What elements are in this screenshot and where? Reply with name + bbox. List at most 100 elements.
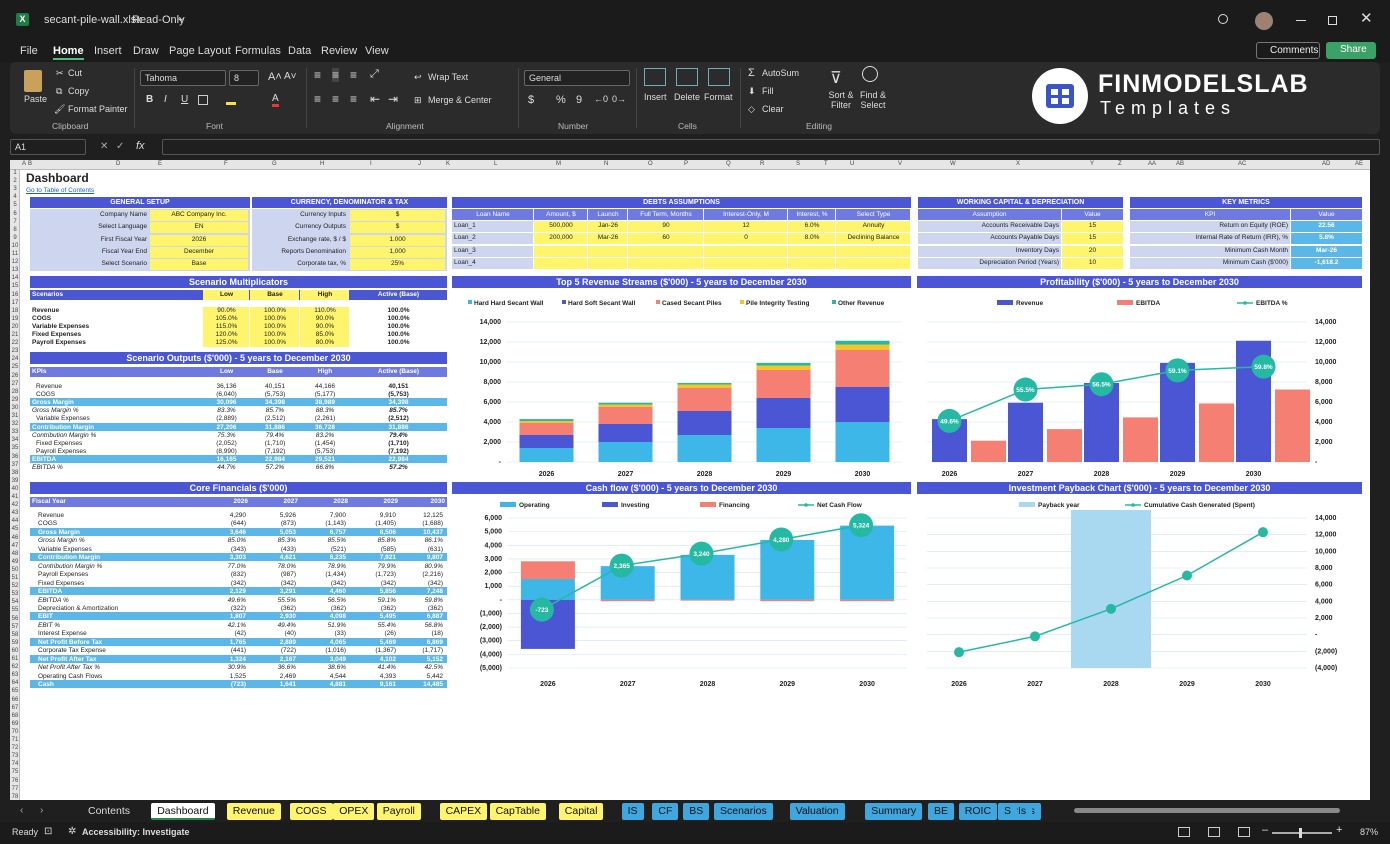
menu-data[interactable]: Data [288,45,311,57]
wrap-text-button[interactable]: Wrap Text [428,72,468,82]
row-number[interactable]: 53 [10,591,20,597]
format-painter-icon[interactable]: 🖌 [54,104,65,115]
row-number[interactable]: 60 [10,648,20,654]
row-number[interactable]: 46 [10,535,20,541]
row-number[interactable]: 73 [10,753,20,759]
page-break-icon[interactable] [1238,827,1250,837]
indent-icon[interactable]: ⇤ [370,92,380,106]
row-number[interactable]: 43 [10,510,20,516]
align-middle-icon[interactable]: ≡ [332,68,340,82]
row-number[interactable]: 48 [10,551,20,557]
row-number[interactable]: 77 [10,786,20,792]
row-number[interactable]: 58 [10,632,20,638]
row-number[interactable]: 27 [10,381,20,387]
avatar[interactable] [1255,12,1273,30]
merge-center-button[interactable]: Merge & Center [428,95,492,105]
autosum-button[interactable]: AutoSum [762,68,799,78]
clear-button[interactable]: Clear [762,104,784,114]
sheet-tab-payroll[interactable]: Payroll [376,803,421,820]
sheet-tab-captable[interactable]: CapTable [489,803,546,820]
row-number[interactable]: 6 [10,211,20,217]
sheet-tab-capex[interactable]: CAPEX [439,803,488,820]
format-cells-icon[interactable] [708,68,730,86]
name-box[interactable]: A1 [10,139,86,155]
row-number[interactable]: 64 [10,680,20,686]
row-number[interactable]: 59 [10,640,20,646]
fill-color-icon[interactable] [226,95,236,105]
column-header[interactable]: AC [1238,161,1246,167]
column-header[interactable]: S [796,161,800,167]
row-number[interactable]: 40 [10,486,20,492]
row-number[interactable]: 28 [10,389,20,395]
menu-view[interactable]: View [365,45,389,57]
row-number[interactable]: 69 [10,721,20,727]
row-number[interactable]: 50 [10,567,20,573]
column-header[interactable]: R [760,161,764,167]
fill-button[interactable]: Fill [762,86,774,96]
zoom-out-icon[interactable]: – [1262,824,1268,836]
menu-insert[interactable]: Insert [94,45,122,57]
column-header[interactable]: K [446,161,450,167]
column-header[interactable]: J [418,161,421,167]
delete-cells-icon[interactable] [676,68,698,86]
zoom-slider[interactable] [1272,832,1332,834]
copy-icon[interactable]: ⧉ [56,86,62,97]
column-header[interactable]: Y [1090,161,1094,167]
font-size-select[interactable]: 8 [229,70,259,86]
grow-font-icon[interactable]: A˄ [268,71,282,83]
row-number[interactable]: 8 [10,227,20,233]
column-header[interactable]: V [898,161,902,167]
row-number[interactable]: 49 [10,559,20,565]
column-header[interactable]: A [22,161,26,167]
row-number[interactable]: 23 [10,348,20,354]
column-header[interactable]: P [684,161,688,167]
number-format-select[interactable]: General [524,70,630,86]
zoom-in-icon[interactable]: + [1336,824,1342,836]
row-number[interactable]: 42 [10,502,20,508]
row-number[interactable]: 34 [10,437,20,443]
cut-button[interactable]: Cut [68,68,82,78]
column-header[interactable]: U [850,161,854,167]
row-number[interactable]: 65 [10,688,20,694]
row-number[interactable]: 25 [10,364,20,370]
share-button[interactable]: Share [1326,42,1376,59]
comma-icon[interactable]: 9 [576,94,582,106]
sort-filter-button[interactable]: Sort & Filter [824,90,858,110]
sheet-tab-contents[interactable]: Contents [82,803,137,820]
sheet-tab-bs[interactable]: BS [683,803,710,820]
row-number[interactable]: 78 [10,794,20,800]
column-header[interactable]: AA [1148,161,1156,167]
row-number[interactable]: 66 [10,697,20,703]
sheet-tab-is[interactable]: IS [621,803,644,820]
row-number[interactable]: 63 [10,672,20,678]
row-number[interactable]: 22 [10,340,20,346]
insert-button[interactable]: Insert [644,92,667,102]
formula-input[interactable] [162,139,1380,155]
column-header[interactable]: Z [1118,161,1122,167]
row-number[interactable]: 17 [10,300,20,306]
row-number[interactable]: 75 [10,769,20,775]
column-header[interactable]: I [370,161,372,167]
scissors-icon[interactable]: ✂ [56,68,64,79]
accessibility-icon[interactable]: ✲ [68,826,76,837]
search-icon[interactable] [1218,14,1228,24]
scroll-tabs-right-icon[interactable]: › [40,805,43,816]
row-number[interactable]: 62 [10,664,20,670]
column-header[interactable]: H [320,161,324,167]
sheet-tab-summary[interactable]: Summary [865,803,923,820]
column-header[interactable]: W [950,161,956,167]
row-number[interactable]: 67 [10,705,20,711]
row-number[interactable]: 70 [10,729,20,735]
column-header[interactable]: T [824,161,828,167]
row-number[interactable]: 57 [10,624,20,630]
sheet-tab-roic[interactable]: ROIC [958,803,998,820]
page-layout-icon[interactable] [1208,827,1220,837]
align-bottom-icon[interactable]: ≡ [350,68,357,82]
row-number[interactable]: 14 [10,275,20,281]
find-icon[interactable] [862,66,878,82]
row-number[interactable]: 35 [10,445,20,451]
column-header[interactable]: X [1016,161,1020,167]
sheet-tab-scenarios[interactable]: Scenarios [714,803,773,820]
menu-page-layout[interactable]: Page Layout [169,45,231,57]
sheet-tab-s[interactable]: S [998,803,1018,820]
